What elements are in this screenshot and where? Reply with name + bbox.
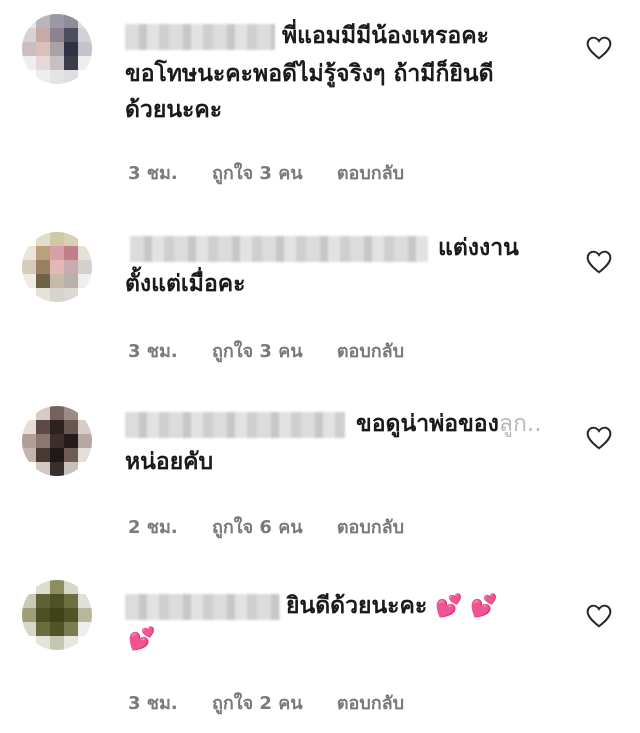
reply-button[interactable]: ตอบกลับ bbox=[337, 693, 404, 714]
heart-outline-icon[interactable] bbox=[586, 426, 612, 450]
comment-time: 2 ชม. bbox=[128, 517, 178, 538]
comment-text-line-2: หน่อยคับ bbox=[125, 449, 214, 475]
comment-meta: 3 ชม. ถูกใจ 2 คน ตอบกลับ bbox=[128, 688, 432, 717]
comment-text-line-1: พี่แอมมีมีน้องเหรอคะ bbox=[282, 23, 489, 49]
avatar[interactable] bbox=[22, 232, 92, 302]
comment-item: แต่งงาน ตั้งแต่เมื่อคะ 3 ชม. ถูกใจ 3 คน … bbox=[0, 220, 640, 380]
comment-time: 3 ชม. bbox=[128, 163, 178, 184]
username-blurred[interactable] bbox=[125, 594, 280, 620]
comment-item: พี่แอมมีมีน้องเหรอคะ ขอโทษนะคะพอดีไม่รู้… bbox=[0, 0, 640, 190]
comment-likes[interactable]: ถูกใจ 3 คน bbox=[212, 341, 303, 362]
username-blurred[interactable] bbox=[125, 412, 345, 438]
username-blurred[interactable] bbox=[125, 24, 275, 50]
comment-item: ขอดูน่าพ่อของลูก.. หน่อยคับ 2 ชม. ถูกใจ … bbox=[0, 400, 640, 560]
comment-text-line-3: ด้วยนะคะ bbox=[125, 97, 223, 123]
username-blurred[interactable] bbox=[130, 236, 428, 262]
avatar[interactable] bbox=[22, 14, 92, 84]
comment-meta: 3 ชม. ถูกใจ 3 คน ตอบกลับ bbox=[128, 158, 432, 187]
heart-outline-icon[interactable] bbox=[586, 250, 612, 274]
avatar[interactable] bbox=[22, 580, 92, 650]
comment-item: ยินดีด้วยนะคะ 💕 💕 💕 3 ชม. ถูกใจ 2 คน ตอบ… bbox=[0, 570, 640, 733]
avatar[interactable] bbox=[22, 406, 92, 476]
heart-outline-icon[interactable] bbox=[586, 604, 612, 628]
comment-text-line-1: ยินดีด้วยนะคะ 💕 💕 bbox=[286, 588, 498, 625]
truncated-text: ลูก.. bbox=[498, 411, 542, 437]
reply-button[interactable]: ตอบกลับ bbox=[337, 163, 404, 184]
comment-text: ขอดูน่าพ่อของ bbox=[356, 411, 499, 437]
comment-meta: 3 ชม. ถูกใจ 3 คน ตอบกลับ bbox=[128, 336, 432, 365]
reply-button[interactable]: ตอบกลับ bbox=[337, 517, 404, 538]
comment-meta: 2 ชม. ถูกใจ 6 คน ตอบกลับ bbox=[128, 512, 432, 541]
comment-time: 3 ชม. bbox=[128, 693, 178, 714]
comment-likes[interactable]: ถูกใจ 3 คน bbox=[212, 163, 303, 184]
comment-time: 3 ชม. bbox=[128, 341, 178, 362]
reply-button[interactable]: ตอบกลับ bbox=[337, 341, 404, 362]
comment-text-line-2: ขอโทษนะคะพอดีไม่รู้จริงๆ ถ้ามีก็ยินดี bbox=[125, 61, 494, 87]
comment-likes[interactable]: ถูกใจ 6 คน bbox=[212, 517, 303, 538]
heart-emoji: 💕 💕 bbox=[435, 594, 498, 619]
heart-outline-icon[interactable] bbox=[586, 36, 612, 60]
comment-text-line-1: ขอดูน่าพ่อของลูก.. bbox=[356, 406, 542, 442]
comment-likes[interactable]: ถูกใจ 2 คน bbox=[212, 693, 303, 714]
comment-text-line-1: แต่งงาน bbox=[438, 235, 519, 261]
heart-emoji: 💕 bbox=[128, 627, 156, 652]
comment-text-line-2: ตั้งแต่เมื่อคะ bbox=[125, 271, 246, 297]
comment-text: ยินดีด้วยนะคะ bbox=[286, 593, 428, 619]
